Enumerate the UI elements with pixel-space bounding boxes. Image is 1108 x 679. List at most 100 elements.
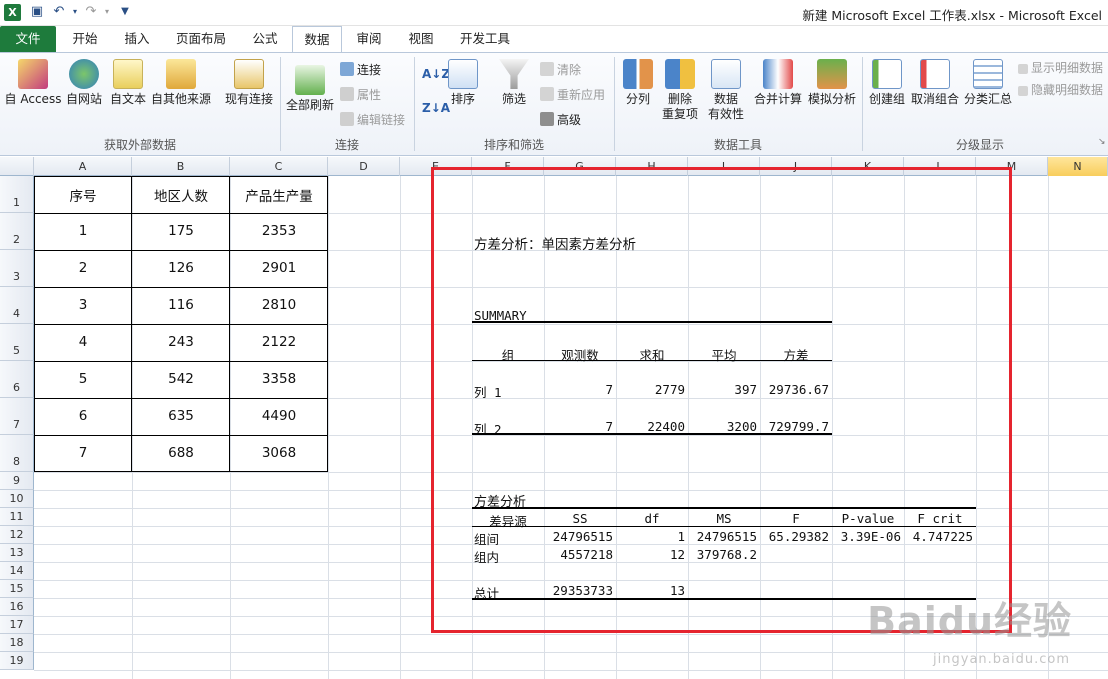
column-header[interactable]: A [34,157,132,176]
table-cell[interactable]: 2810 [230,297,328,313]
customize-toolbar-icon[interactable]: ▼ [116,3,134,21]
column-header-selected[interactable]: N [1048,157,1108,176]
show-detail-button[interactable]: 显示明细数据 [1018,59,1103,76]
row-header[interactable]: 7 [0,398,34,435]
clear-filter-button[interactable]: 清除 [540,61,581,78]
table-cell[interactable]: 4490 [230,408,328,424]
excel-app-icon[interactable]: X [4,4,21,21]
from-web-button[interactable]: 自网站 [62,59,106,107]
connections-button[interactable]: 连接 [340,61,381,78]
table-header[interactable]: 产品生产量 [230,185,328,205]
table-border [34,176,328,177]
table-cell[interactable]: 116 [132,297,230,313]
existing-connections-button[interactable]: 现有连接 [222,59,276,107]
from-access-button[interactable]: 自 Access [4,59,62,107]
row-header[interactable]: 16 [0,598,34,616]
column-header[interactable]: C [230,157,328,176]
properties-button[interactable]: 属性 [340,86,381,103]
row-header[interactable]: 11 [0,508,34,526]
gridline [132,176,133,679]
row-header[interactable]: 15 [0,580,34,598]
row-header[interactable]: 19 [0,652,34,670]
advanced-filter-button[interactable]: 高级 [540,111,581,128]
data-validation-icon [711,59,741,89]
table-cell[interactable]: 2901 [230,260,328,276]
ungroup-button[interactable]: 取消组合 [910,59,960,107]
table-border [229,176,230,471]
table-cell[interactable]: 2353 [230,223,328,239]
row-header[interactable]: 2 [0,213,34,250]
tab-formulas[interactable]: 公式 [240,26,290,52]
tab-file[interactable]: 文件 [0,26,56,52]
tab-data[interactable]: 数据 [292,26,342,53]
text-to-columns-button[interactable]: 分列 [618,59,658,107]
column-header[interactable]: B [132,157,230,176]
ungroup-icon [920,59,950,89]
refresh-all-button[interactable]: 全部刷新 [284,65,336,113]
from-other-sources-button[interactable]: 自其他来源 [148,59,214,107]
save-icon[interactable]: ▣ [28,3,46,21]
table-header[interactable]: 地区人数 [132,185,230,205]
row-header[interactable]: 5 [0,324,34,361]
consolidate-button[interactable]: 合并计算 [752,59,804,107]
row-header[interactable]: 18 [0,634,34,652]
window-title: 新建 Microsoft Excel 工作表.xlsx - Microsoft … [802,8,1102,23]
row-header[interactable]: 12 [0,526,34,544]
group-icon [872,59,902,89]
group-button[interactable]: 创建组 [866,59,908,107]
sort-button[interactable]: 排序 [446,59,480,107]
table-cell[interactable]: 3 [34,297,132,313]
table-cell[interactable]: 243 [132,334,230,350]
table-cell[interactable]: 7 [34,445,132,461]
baidu-watermark: Baidu经验 [867,599,1072,643]
dialog-launcher-icon[interactable]: ↘ [1098,137,1106,147]
edit-links-button[interactable]: 编辑链接 [340,111,405,128]
refresh-icon [295,65,325,95]
reapply-button[interactable]: 重新应用 [540,86,605,103]
table-cell[interactable]: 2122 [230,334,328,350]
table-header[interactable]: 序号 [34,185,132,205]
tab-review[interactable]: 审阅 [344,26,394,52]
row-header[interactable]: 3 [0,250,34,287]
table-cell[interactable]: 3358 [230,371,328,387]
row-header[interactable]: 4 [0,287,34,324]
table-cell[interactable]: 175 [132,223,230,239]
table-cell[interactable]: 2 [34,260,132,276]
what-if-analysis-button[interactable]: 模拟分析 [804,59,860,107]
data-validation-button[interactable]: 数据 有效性 [704,59,748,122]
table-cell[interactable]: 1 [34,223,132,239]
table-border [34,471,328,472]
table-cell[interactable]: 4 [34,334,132,350]
table-cell[interactable]: 635 [132,408,230,424]
table-cell[interactable]: 6 [34,408,132,424]
row-header[interactable]: 1 [0,176,34,213]
worksheet[interactable]: A B C D E F G H I J K L M N 1 2 3 4 5 6 … [0,157,1108,679]
tab-view[interactable]: 视图 [396,26,446,52]
table-cell[interactable]: 3068 [230,445,328,461]
sort-icon [448,59,478,89]
edit-links-icon [340,112,354,126]
row-header[interactable]: 8 [0,435,34,472]
table-cell[interactable]: 688 [132,445,230,461]
table-cell[interactable]: 126 [132,260,230,276]
row-header[interactable]: 13 [0,544,34,562]
row-header[interactable]: 10 [0,490,34,508]
subtotal-button[interactable]: 分类汇总 [962,59,1014,107]
column-header[interactable]: D [328,157,400,176]
row-header[interactable]: 17 [0,616,34,634]
redo-dropdown-icon[interactable]: ▾ [98,3,116,21]
row-header[interactable]: 14 [0,562,34,580]
row-header[interactable]: 6 [0,361,34,398]
filter-button[interactable]: 筛选 [494,59,534,107]
row-header[interactable]: 9 [0,472,34,490]
tab-page-layout[interactable]: 页面布局 [166,26,236,52]
select-all-corner[interactable] [0,157,34,176]
hide-detail-button[interactable]: 隐藏明细数据 [1018,81,1103,98]
tab-insert[interactable]: 插入 [112,26,162,52]
remove-duplicates-button[interactable]: 删除 重复项 [660,59,700,122]
from-text-button[interactable]: 自文本 [106,59,150,107]
tab-home[interactable]: 开始 [60,26,110,52]
tab-developer[interactable]: 开发工具 [450,26,520,52]
table-cell[interactable]: 542 [132,371,230,387]
table-cell[interactable]: 5 [34,371,132,387]
